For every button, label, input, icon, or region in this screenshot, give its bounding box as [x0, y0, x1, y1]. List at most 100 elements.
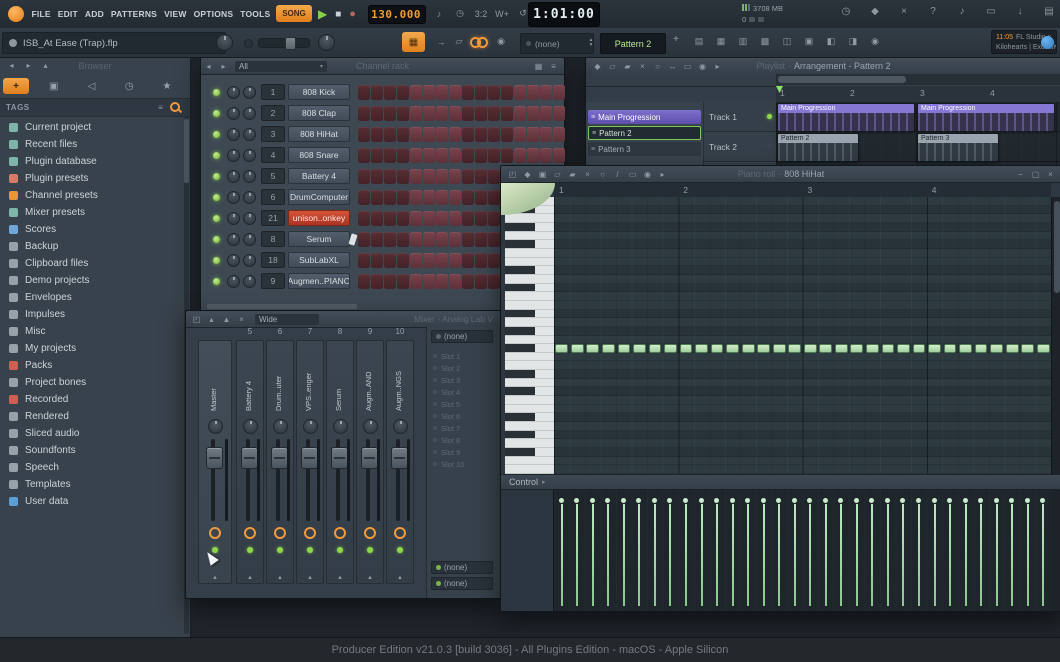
- piano-key-white[interactable]: [505, 361, 554, 370]
- step-cell[interactable]: [436, 190, 448, 205]
- playlist-clip[interactable]: Pattern 2: [777, 133, 859, 162]
- send-knob-icon[interactable]: [209, 527, 221, 539]
- mixer-toggle-icon[interactable]: ▩: [756, 34, 774, 49]
- piano-key-black[interactable]: [505, 327, 554, 336]
- volume-slider-handle[interactable]: [285, 37, 296, 50]
- step-cell[interactable]: [423, 148, 435, 163]
- midi-note[interactable]: [586, 344, 599, 353]
- piano-roll-vscrollbar[interactable]: [1051, 197, 1060, 474]
- channel-pan-knob[interactable]: [227, 233, 240, 246]
- midi-note[interactable]: [680, 344, 693, 353]
- channel-volume-knob[interactable]: [243, 254, 256, 267]
- effect-slot[interactable]: Slot 5: [433, 398, 491, 410]
- midi-note[interactable]: [664, 344, 677, 353]
- midi-note[interactable]: [990, 344, 1003, 353]
- plugin-fruit-icon[interactable]: ◆: [865, 4, 885, 19]
- fader-handle[interactable]: [391, 447, 408, 469]
- step-cell[interactable]: [540, 148, 552, 163]
- step-cell[interactable]: [514, 106, 526, 121]
- channel-led-icon[interactable]: [213, 236, 220, 243]
- effect-slot[interactable]: Slot 7: [433, 422, 491, 434]
- playlist-hscroll-thumb[interactable]: [778, 76, 906, 83]
- mixer-strip[interactable]: Battery 4▲: [236, 340, 264, 584]
- velocity-bar[interactable]: [803, 490, 819, 611]
- step-cell[interactable]: [540, 106, 552, 121]
- strip-pan-knob[interactable]: [333, 419, 348, 434]
- playlist-clip[interactable]: Main Progression: [917, 103, 1055, 132]
- mixer-track-number[interactable]: 7: [296, 327, 324, 336]
- step-cell[interactable]: [371, 127, 383, 142]
- piano-roll-toggle-icon[interactable]: ▦: [712, 34, 730, 49]
- step-cell[interactable]: [436, 274, 448, 289]
- velocity-bar[interactable]: [973, 490, 989, 611]
- piano-key-black[interactable]: [505, 223, 554, 232]
- step-cell[interactable]: [358, 85, 370, 100]
- step-cell[interactable]: [397, 106, 409, 121]
- piano-key-black[interactable]: [505, 448, 554, 457]
- x-icon[interactable]: ×: [234, 313, 249, 325]
- browser-item[interactable]: Scores: [0, 221, 182, 238]
- velocity-bar[interactable]: [818, 490, 834, 611]
- step-cell[interactable]: [410, 127, 422, 142]
- step-cell[interactable]: [397, 253, 409, 268]
- midi-note[interactable]: [866, 344, 879, 353]
- step-cell[interactable]: [358, 169, 370, 184]
- browser-item[interactable]: Sliced audio: [0, 425, 182, 442]
- browser-item[interactable]: Impulses: [0, 306, 182, 323]
- step-cell[interactable]: [358, 211, 370, 226]
- step-cell[interactable]: [475, 211, 487, 226]
- midi-note[interactable]: [882, 344, 895, 353]
- step-cell[interactable]: [475, 106, 487, 121]
- velocity-bar[interactable]: [771, 490, 787, 611]
- playlist-timeline-ruler[interactable]: 1234: [776, 86, 1060, 103]
- browser-toggle-icon[interactable]: ◫: [778, 34, 796, 49]
- midi-link-icon[interactable]: [470, 37, 486, 48]
- step-cell[interactable]: [462, 274, 474, 289]
- step-cell[interactable]: [410, 253, 422, 268]
- browse-tab-icon[interactable]: +: [3, 78, 29, 94]
- piano-key-black[interactable]: [505, 240, 554, 249]
- channel-led-icon[interactable]: [213, 257, 220, 264]
- delete-icon[interactable]: ×: [635, 60, 650, 72]
- control-lane-header[interactable]: Control ▸: [501, 474, 1060, 490]
- time-display[interactable]: 1:01:00: [528, 2, 600, 27]
- preview-icon[interactable]: ▸: [655, 168, 670, 180]
- rack-menu-icon[interactable]: ≡: [546, 60, 561, 72]
- browser-item[interactable]: Misc: [0, 323, 182, 340]
- channel-number-button[interactable]: 3: [261, 126, 285, 142]
- channel-number-button[interactable]: 6: [261, 189, 285, 205]
- fader-handle[interactable]: [361, 447, 378, 469]
- minimize-icon[interactable]: −: [1013, 168, 1028, 180]
- files-icon[interactable]: ▤: [1039, 4, 1059, 19]
- effect-slot[interactable]: Slot 9: [433, 446, 491, 458]
- midi-note[interactable]: [757, 344, 770, 353]
- keyboard-piano-icon[interactable]: ♪: [430, 6, 448, 21]
- midi-note[interactable]: [788, 344, 801, 353]
- audition-tab-icon[interactable]: ◁: [79, 78, 105, 94]
- mute-led-icon[interactable]: [397, 547, 403, 553]
- step-cell[interactable]: [462, 190, 474, 205]
- piano-key-white[interactable]: [505, 379, 554, 388]
- mixer-strip[interactable]: VPS..enger▲: [296, 340, 324, 584]
- select-icon[interactable]: ▭: [680, 60, 695, 72]
- channel-volume-knob[interactable]: [243, 275, 256, 288]
- step-cell[interactable]: [449, 127, 461, 142]
- velocity-bar[interactable]: [554, 490, 570, 611]
- step-cell[interactable]: [462, 127, 474, 142]
- step-cell[interactable]: [423, 232, 435, 247]
- monitor-icon[interactable]: ▭: [981, 4, 1001, 19]
- step-cell[interactable]: [358, 127, 370, 142]
- channel-led-icon[interactable]: [213, 278, 220, 285]
- channel-pan-knob[interactable]: [227, 86, 240, 99]
- maximize-icon[interactable]: ▢: [1028, 168, 1043, 180]
- tools-icon[interactable]: ◰: [505, 168, 520, 180]
- song-mode-button[interactable]: SONG: [276, 5, 312, 22]
- step-cell[interactable]: [371, 85, 383, 100]
- channel-led-icon[interactable]: [213, 215, 220, 222]
- piano-key-black[interactable]: [505, 266, 554, 275]
- mixer-strip[interactable]: Drum..uter▲: [266, 340, 294, 584]
- channel-pan-knob[interactable]: [227, 149, 240, 162]
- step-cell[interactable]: [371, 106, 383, 121]
- channel-name-button[interactable]: 808 Kick: [288, 84, 350, 100]
- master-volume-slider[interactable]: [258, 38, 310, 48]
